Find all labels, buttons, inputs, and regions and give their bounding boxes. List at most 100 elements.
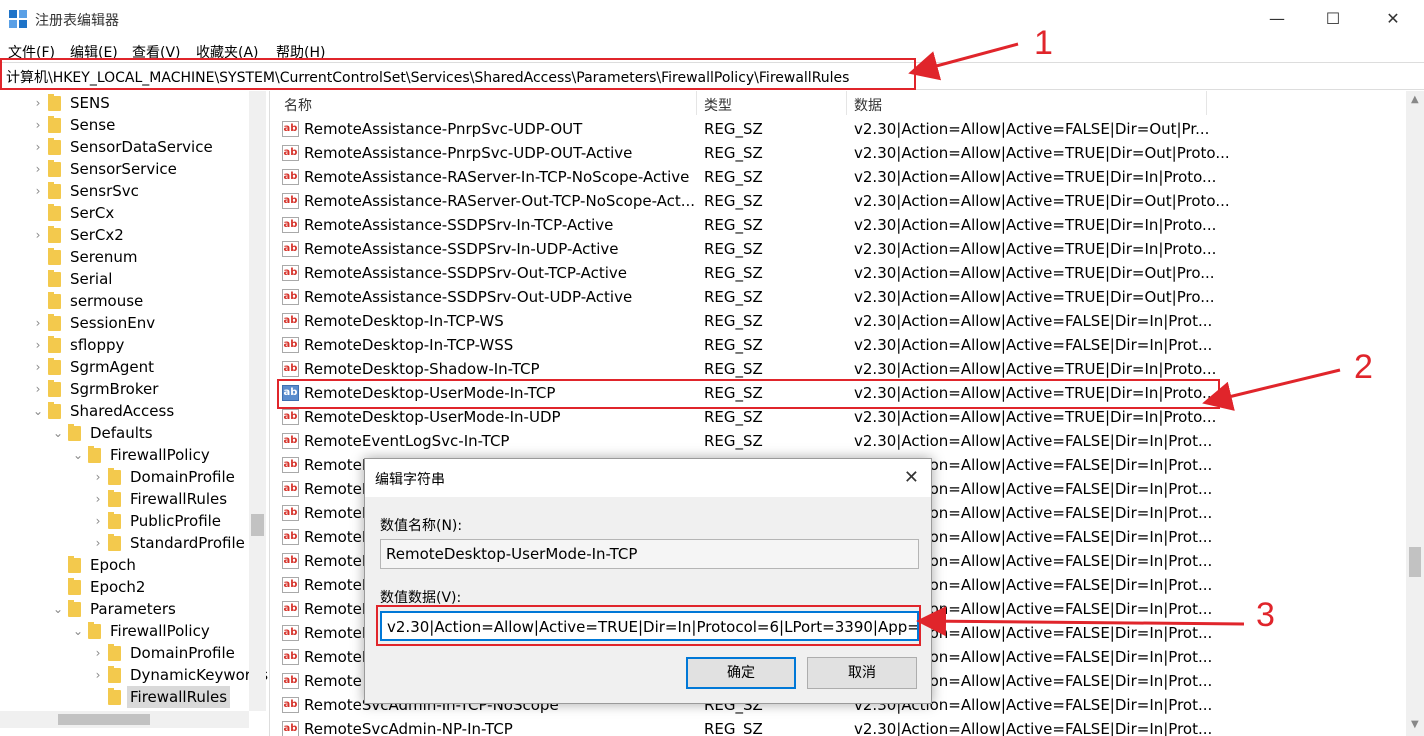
list-row[interactable]: ab RemoteAssistance-PnrpSvc-UDP-OUT REG_SZ… [276, 117, 1406, 141]
expand-chevron-icon[interactable]: › [32, 114, 44, 136]
row-data: v2.30|Action=Allow|Active=FALSE|Dir=In|P… [854, 312, 1213, 330]
scroll-down-icon[interactable]: ▼ [1411, 719, 1419, 730]
row-name: RemoteE [304, 648, 372, 666]
value-name-field[interactable]: RemoteDesktop-UserMode-In-TCP [380, 539, 919, 569]
folder-icon [48, 160, 61, 177]
expand-chevron-icon[interactable]: › [92, 466, 104, 488]
ok-button[interactable]: 确定 [686, 657, 796, 689]
row-name: RemoteDesktop-In-TCP-WSS [304, 336, 514, 354]
list-scrollbar[interactable]: ▲ ▼ [1406, 91, 1424, 736]
maximize-button[interactable]: ☐ [1310, 4, 1356, 34]
folder-icon [68, 556, 81, 573]
list-row[interactable]: ab RemoteAssistance-PnrpSvc-UDP-OUT-Activ… [276, 141, 1406, 165]
key-tree: › SENS › Sense › SensorDataService › SensorServ… [0, 91, 270, 736]
tree-item-label: SharedAccess [70, 402, 175, 420]
tree-item-label: StandardProfile [130, 534, 245, 552]
tree-item-label: SessionEnv [70, 314, 156, 332]
tree-horizontal-scrollbar[interactable] [0, 711, 249, 728]
cancel-button[interactable]: 取消 [807, 657, 917, 689]
list-row[interactable]: ab RemoteDesktop-Shadow-In-TCP REG_SZ v2.30… [276, 357, 1406, 381]
expand-chevron-icon[interactable]: › [92, 642, 104, 664]
expand-chevron-icon[interactable]: ⌄ [52, 598, 64, 620]
row-data: v2.30|Action=Allow|Active=TRUE|Dir=Out|P… [854, 288, 1215, 306]
expand-chevron-icon[interactable]: › [32, 334, 44, 356]
row-type: REG_SZ [704, 312, 763, 330]
expand-chevron-icon[interactable]: › [32, 378, 44, 400]
string-value-icon: ab [282, 361, 299, 377]
string-value-icon: ab [282, 193, 299, 209]
expand-chevron-icon[interactable]: › [32, 158, 44, 180]
expand-chevron-icon[interactable]: ⌄ [72, 444, 84, 466]
row-data: v2.30|Action=Allow|Active=FALSE|Dir=Out|… [854, 120, 1210, 138]
column-name-header[interactable]: 名称 [284, 95, 312, 115]
column-data-header[interactable]: 数据 [854, 95, 882, 115]
expand-chevron-icon[interactable]: › [92, 532, 104, 554]
folder-icon [48, 292, 61, 309]
list-row[interactable]: ab RemoteDesktop-In-TCP-WS REG_SZ v2.30|Act… [276, 309, 1406, 333]
tree-item-label: FirewallPolicy [110, 446, 210, 464]
string-value-icon: ab [282, 529, 299, 545]
dialog-close-button[interactable]: ✕ [904, 467, 919, 488]
expand-chevron-icon[interactable]: › [32, 312, 44, 334]
folder-icon [48, 116, 61, 133]
expand-chevron-icon[interactable]: › [32, 356, 44, 378]
expand-chevron-icon[interactable]: › [32, 180, 44, 202]
row-name: RemoteDesktop-Shadow-In-TCP [304, 360, 540, 378]
tree-scrollbar[interactable] [249, 91, 266, 711]
expand-chevron-icon[interactable]: › [32, 224, 44, 246]
tree-scroll-thumb[interactable] [251, 514, 264, 536]
row-name: RemoteDesktop-In-TCP-WS [304, 312, 504, 330]
tree-item-label: DomainProfile [130, 644, 235, 662]
row-data: v2.30|Action=Allow|Active=TRUE|Dir=In|Pr… [854, 360, 1217, 378]
folder-icon [108, 490, 121, 507]
folder-icon [48, 248, 61, 265]
list-row[interactable]: ab RemoteAssistance-RAServer-In-TCP-NoSco… [276, 165, 1406, 189]
expand-chevron-icon[interactable]: ⌄ [32, 400, 44, 422]
list-row[interactable]: ab RemoteAssistance-SSDPSrv-Out-UDP-Activ… [276, 285, 1406, 309]
expand-chevron-icon[interactable]: › [92, 664, 104, 686]
row-type: REG_SZ [704, 720, 763, 736]
list-row[interactable]: ab RemoteAssistance-RAServer-Out-TCP-NoSc… [276, 189, 1406, 213]
tree-item-label: SgrmBroker [70, 380, 159, 398]
folder-icon [108, 644, 121, 661]
tree-item-label: SerCx2 [70, 226, 124, 244]
folder-icon [68, 578, 81, 595]
string-value-icon: ab [282, 217, 299, 233]
row-name: RemoteE [304, 456, 372, 474]
folder-icon [48, 358, 61, 375]
close-button[interactable]: ✕ [1370, 4, 1416, 34]
address-highlight-box [0, 58, 916, 90]
tree-hscroll-thumb[interactable] [58, 714, 150, 725]
list-row[interactable]: ab RemoteSvcAdmin-NP-In-TCP REG_SZ v2.30|Ac… [276, 717, 1406, 736]
row-data: v2.30|Action=Allow|Active=TRUE|Dir=In|Pr… [854, 240, 1217, 258]
row-name: RemoteAssistance-SSDPSrv-Out-TCP-Active [304, 264, 628, 282]
list-row[interactable]: ab RemoteEventLogSvc-In-TCP REG_SZ v2.30|Ac… [276, 429, 1406, 453]
tree-item-label: SensorService [70, 160, 177, 178]
string-value-icon: ab [282, 697, 299, 713]
list-row[interactable]: ab RemoteAssistance-SSDPSrv-In-TCP-Active… [276, 213, 1406, 237]
string-value-icon: ab [282, 337, 299, 353]
list-scroll-thumb[interactable] [1409, 547, 1421, 577]
minimize-button[interactable]: — [1254, 4, 1300, 34]
expand-chevron-icon[interactable]: ⌄ [72, 620, 84, 642]
tree-item-label: FirewallRules [127, 686, 231, 708]
folder-icon [108, 512, 121, 529]
expand-chevron-icon[interactable]: › [32, 92, 44, 114]
tree-item-label: sfloppy [70, 336, 125, 354]
list-row[interactable]: ab RemoteDesktop-In-TCP-WSS REG_SZ v2.30|Ac… [276, 333, 1406, 357]
column-type-header[interactable]: 类型 [704, 95, 732, 115]
expand-chevron-icon[interactable]: ⌄ [52, 422, 64, 444]
list-row[interactable]: ab RemoteAssistance-SSDPSrv-In-UDP-Active… [276, 237, 1406, 261]
row-name: RemoteAssistance-SSDPSrv-Out-UDP-Active [304, 288, 633, 306]
list-row[interactable]: ab RemoteAssistance-SSDPSrv-Out-TCP-Activ… [276, 261, 1406, 285]
scroll-up-icon[interactable]: ▲ [1411, 94, 1419, 105]
expand-chevron-icon[interactable]: › [92, 488, 104, 510]
folder-icon [48, 380, 61, 397]
dialog-title-bar: 编辑字符串 ✕ [365, 459, 931, 497]
value-data-label: 数值数据(V): [380, 590, 462, 606]
folder-icon [48, 94, 61, 111]
string-value-icon: ab [282, 433, 299, 449]
expand-chevron-icon[interactable]: › [32, 136, 44, 158]
expand-chevron-icon[interactable]: › [92, 510, 104, 532]
tree-item-label: SerCx [70, 204, 115, 222]
